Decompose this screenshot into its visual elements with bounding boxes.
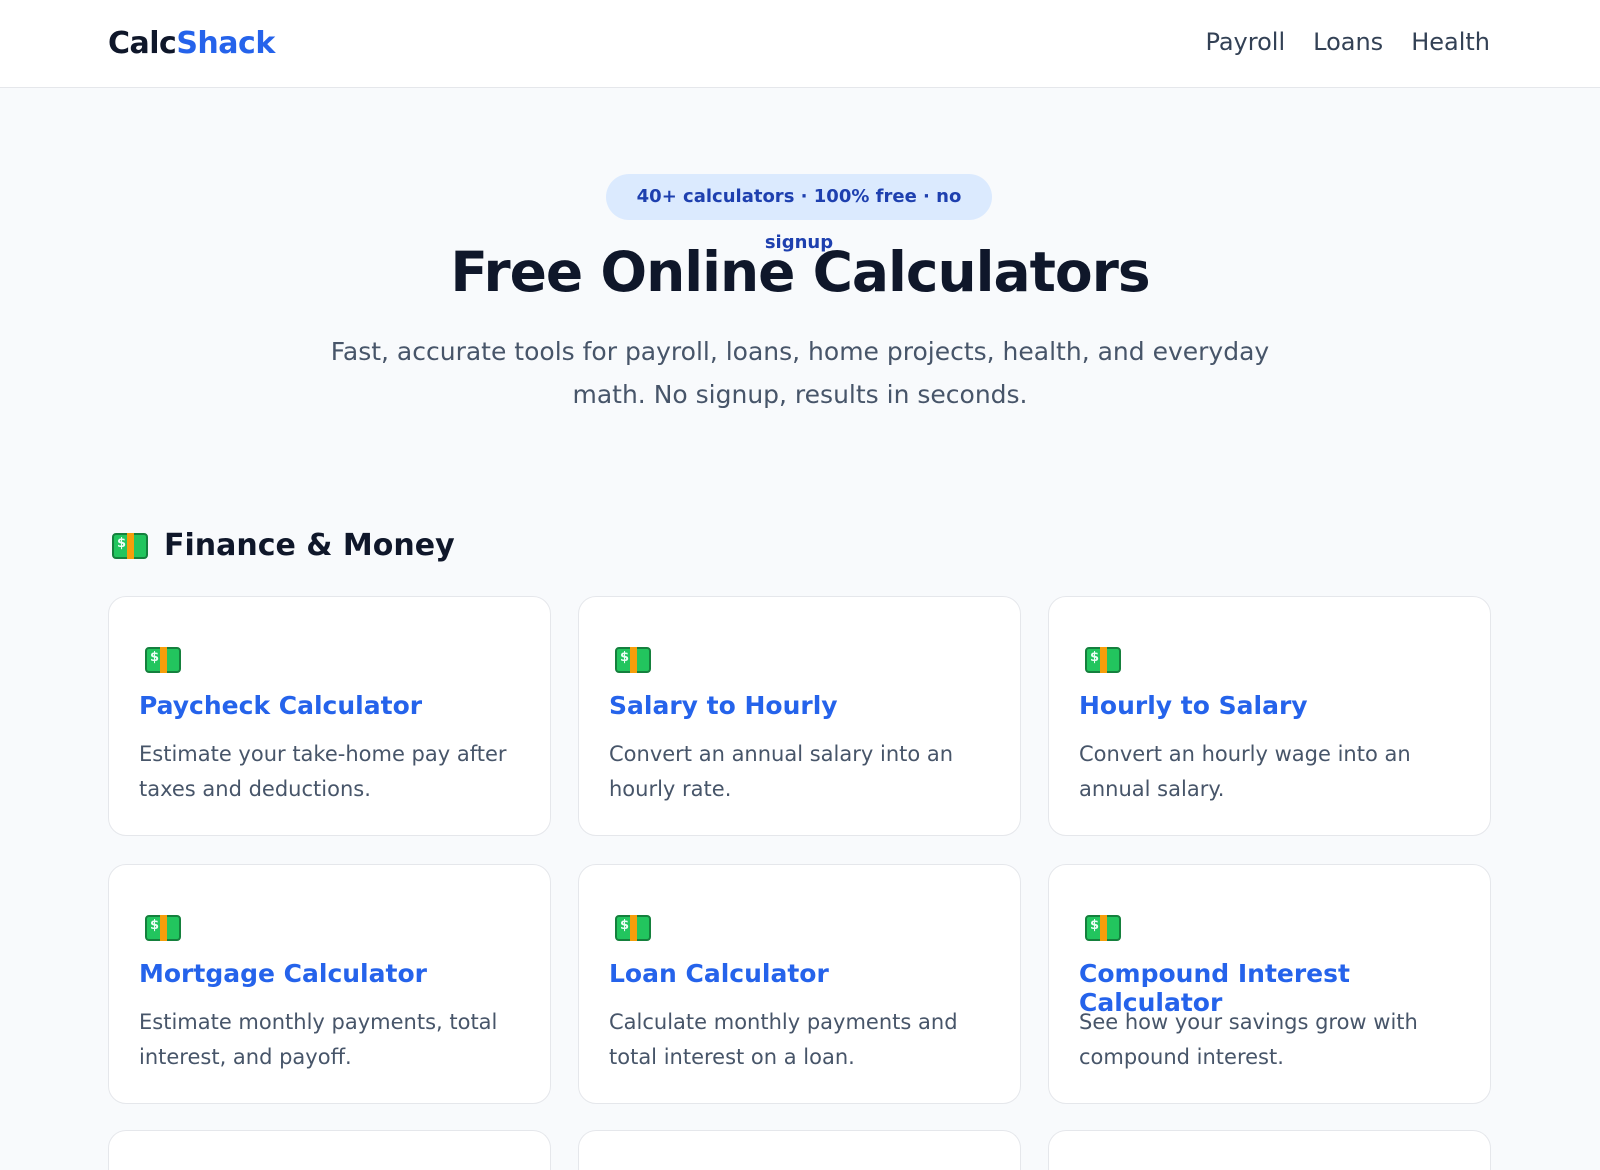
nav-link-loans[interactable]: Loans: [1313, 28, 1383, 56]
calculator-card-partial[interactable]: [108, 1130, 551, 1170]
calculator-card-partial[interactable]: [578, 1130, 1021, 1170]
calculator-card-mortgage[interactable]: Mortgage Calculator Estimate monthly pay…: [108, 864, 551, 1104]
money-icon: [1085, 915, 1121, 941]
card-title[interactable]: Hourly to Salary: [1079, 691, 1470, 720]
calculator-card-hourly-to-salary[interactable]: Hourly to Salary Convert an hourly wage …: [1048, 596, 1491, 836]
card-title[interactable]: Mortgage Calculator: [139, 959, 530, 988]
money-icon: [145, 647, 181, 673]
nav-link-health[interactable]: Health: [1411, 28, 1490, 56]
section-header-finance: Finance & Money: [112, 528, 455, 563]
card-title[interactable]: Paycheck Calculator: [139, 691, 530, 720]
card-description: Convert an annual salary into an hourly …: [609, 742, 954, 801]
money-icon: [615, 915, 651, 941]
card-description: Calculate monthly payments and total int…: [609, 1010, 958, 1069]
card-description: Estimate your take-home pay after taxes …: [139, 742, 507, 801]
nav-link-payroll[interactable]: Payroll: [1205, 28, 1285, 56]
money-icon: [145, 915, 181, 941]
money-icon: [112, 532, 148, 559]
money-icon: [1085, 647, 1121, 673]
calculator-card-paycheck[interactable]: Paycheck Calculator Estimate your take-h…: [108, 596, 551, 836]
site-logo[interactable]: CalcShack: [108, 26, 275, 61]
page-title: Free Online Calculators: [450, 240, 1150, 304]
section-title: Finance & Money: [164, 528, 455, 563]
card-description: Estimate monthly payments, total interes…: [139, 1010, 498, 1069]
card-description: Convert an hourly wage into an annual sa…: [1079, 742, 1411, 801]
calculator-card-compound-interest[interactable]: Compound Interest Calculator See how you…: [1048, 864, 1491, 1104]
feature-pill: 40+ calculators · 100% free · no signup: [606, 174, 992, 253]
card-description: See how your savings grow with compound …: [1079, 1010, 1418, 1069]
logo-part-1: Calc: [108, 26, 177, 61]
hero-subtitle: Fast, accurate tools for payroll, loans,…: [330, 337, 1270, 409]
calculator-card-loan[interactable]: Loan Calculator Calculate monthly paymen…: [578, 864, 1021, 1104]
main-nav: Payroll Loans Health: [1205, 28, 1490, 56]
calculator-card-salary-to-hourly[interactable]: Salary to Hourly Convert an annual salar…: [578, 596, 1021, 836]
card-title[interactable]: Loan Calculator: [609, 959, 1000, 988]
money-icon: [615, 647, 651, 673]
card-title[interactable]: Salary to Hourly: [609, 691, 1000, 720]
top-navbar: CalcShack Payroll Loans Health: [0, 0, 1600, 88]
logo-part-2: Shack: [176, 26, 275, 61]
calculator-card-partial[interactable]: [1048, 1130, 1491, 1170]
